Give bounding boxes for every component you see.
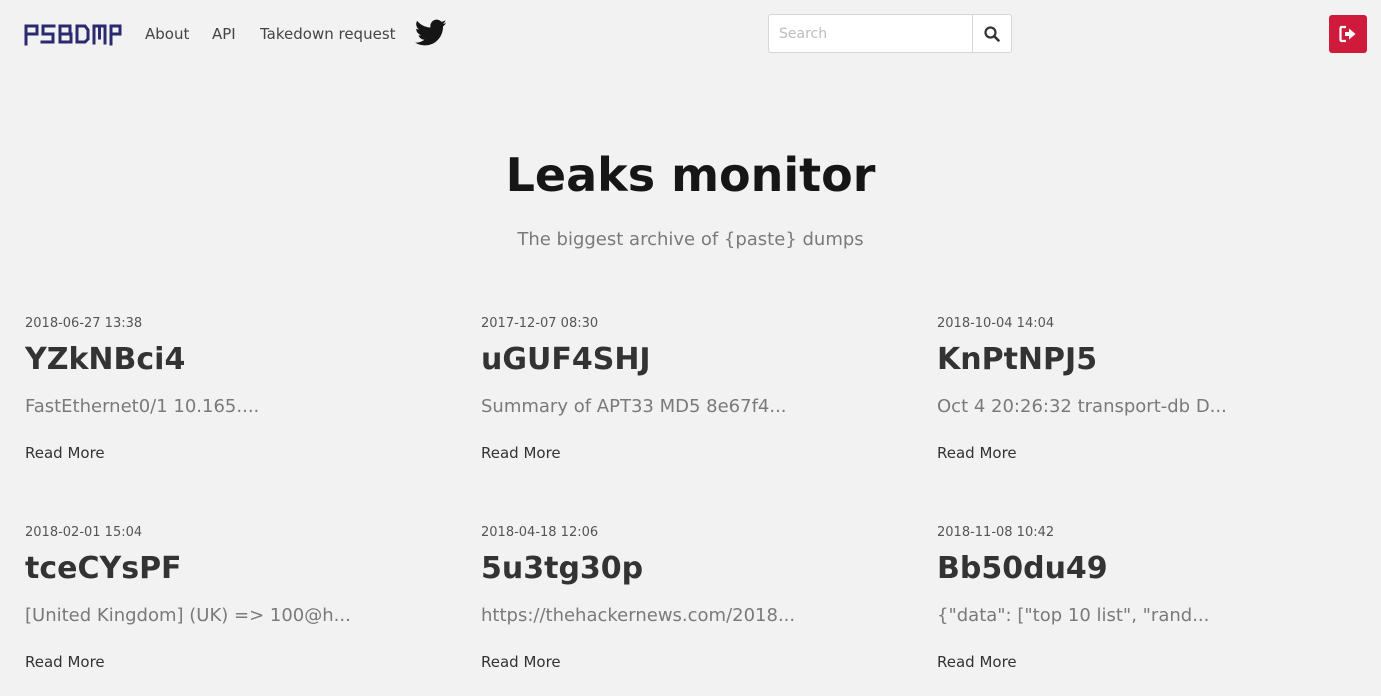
logout-button[interactable] bbox=[1329, 15, 1367, 53]
paste-excerpt: Summary of APT33 MD5 8e67f4... bbox=[481, 396, 787, 417]
nav-link-api[interactable]: API bbox=[212, 25, 236, 43]
paste-title[interactable]: KnPtNPJ5 bbox=[937, 342, 1097, 377]
paste-date: 2018-04-18 12:06 bbox=[481, 525, 599, 540]
paste-date: 2017-12-07 08:30 bbox=[481, 316, 599, 331]
page-subtitle: The biggest archive of {paste} dumps bbox=[517, 229, 864, 250]
search-icon bbox=[984, 26, 1000, 42]
twitter-icon[interactable] bbox=[415, 19, 447, 47]
paste-excerpt: {"data": ["top 10 list", "rand... bbox=[937, 605, 1210, 626]
paste-date: 2018-11-08 10:42 bbox=[937, 525, 1055, 540]
paste-excerpt: FastEthernet0/1 10.165.... bbox=[25, 396, 260, 417]
paste-excerpt: https://thehackernews.com/2018... bbox=[481, 605, 796, 626]
sign-out-icon bbox=[1339, 25, 1356, 43]
psbdmp-logo[interactable] bbox=[24, 22, 122, 46]
paste-date: 2018-10-04 14:04 bbox=[937, 316, 1055, 331]
read-more-link[interactable]: Read More bbox=[25, 653, 105, 671]
page-title: Leaks monitor bbox=[505, 148, 876, 202]
search-input[interactable] bbox=[768, 14, 972, 53]
paste-excerpt: [United Kingdom] (UK) => 100@h... bbox=[25, 605, 351, 626]
navbar: About API Takedown request bbox=[0, 0, 1381, 68]
read-more-link[interactable]: Read More bbox=[481, 444, 561, 462]
paste-date: 2018-06-27 13:38 bbox=[25, 316, 143, 331]
paste-title[interactable]: Bb50du49 bbox=[937, 551, 1108, 586]
read-more-link[interactable]: Read More bbox=[481, 653, 561, 671]
nav-link-takedown-request[interactable]: Takedown request bbox=[260, 25, 396, 43]
paste-title[interactable]: uGUF4SHJ bbox=[481, 342, 651, 377]
paste-title[interactable]: YZkNBci4 bbox=[25, 342, 185, 377]
paste-date: 2018-02-01 15:04 bbox=[25, 525, 143, 540]
search-button[interactable] bbox=[972, 14, 1012, 53]
read-more-link[interactable]: Read More bbox=[25, 444, 105, 462]
read-more-link[interactable]: Read More bbox=[937, 653, 1017, 671]
nav-link-about[interactable]: About bbox=[145, 25, 189, 43]
read-more-link[interactable]: Read More bbox=[937, 444, 1017, 462]
paste-title[interactable]: tceCYsPF bbox=[25, 551, 182, 586]
paste-title[interactable]: 5u3tg30p bbox=[481, 551, 643, 586]
paste-excerpt: Oct 4 20:26:32 transport-db D... bbox=[937, 396, 1227, 417]
